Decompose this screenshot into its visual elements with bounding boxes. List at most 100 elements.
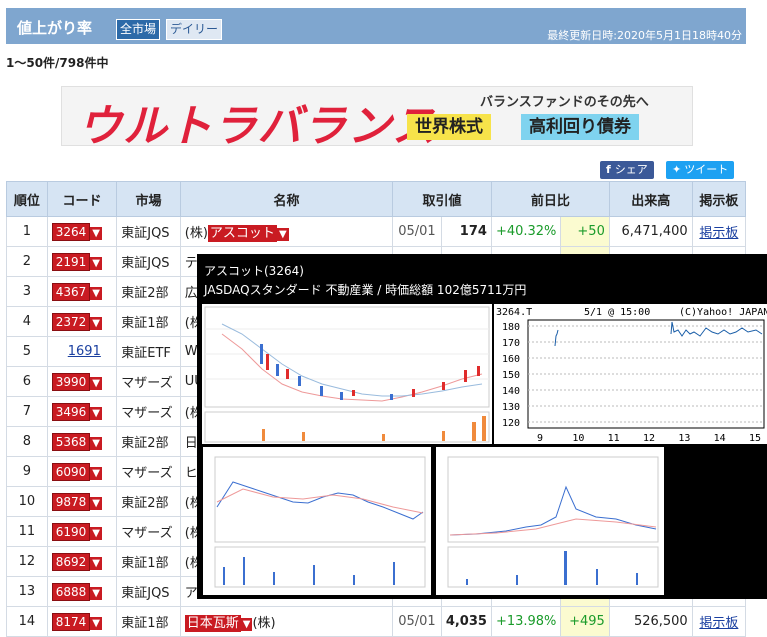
table-header-row: 順位 コード 市場 名称 取引値 前日比 出来高 掲示板 xyxy=(6,181,747,217)
dropdown-triangle-icon[interactable]: ▼ xyxy=(90,256,102,270)
code-cell: 5368 ▼ xyxy=(46,426,118,457)
code-cell: 8174 ▼ xyxy=(46,606,118,637)
rank-cell: 3 xyxy=(6,276,48,307)
twitter-icon: ✦ xyxy=(672,163,682,176)
stock-code-button[interactable]: 6888 xyxy=(51,582,91,601)
monthly-chart-svg xyxy=(436,447,664,595)
volume-cell: 6,471,400 xyxy=(608,216,693,247)
rank-cell: 5 xyxy=(6,336,48,367)
tab-all-markets[interactable]: 全市場 xyxy=(116,19,161,40)
weekly-chart xyxy=(203,447,431,595)
rank-cell: 14 xyxy=(6,606,48,637)
market-cell: 東証1部 xyxy=(116,606,181,637)
stock-code-button[interactable]: 2191 xyxy=(51,252,91,271)
stock-code-link[interactable]: 1691 xyxy=(68,344,101,359)
facebook-share-label: シェア xyxy=(614,163,648,176)
stock-code-button[interactable]: 3990 xyxy=(51,372,91,391)
dropdown-triangle-icon[interactable]: ▼ xyxy=(90,586,102,600)
stock-code-button[interactable]: 3264 xyxy=(51,222,91,241)
intraday-x-tick: 11 xyxy=(608,433,620,444)
dropdown-triangle-icon[interactable]: ▼ xyxy=(90,496,102,510)
stock-code-button[interactable]: 6190 xyxy=(51,522,91,541)
page-title: 値上がり率 xyxy=(17,19,93,37)
daily-candlestick-chart xyxy=(202,304,492,444)
twitter-share-button[interactable]: ✦ ツイート xyxy=(666,161,735,179)
market-cell: 東証JQS xyxy=(116,576,181,607)
stock-code-button[interactable]: 6090 xyxy=(51,462,91,481)
name-cell: 日本瓦斯 ▼ (株) xyxy=(179,606,394,637)
banner-pill-bonds: 高利回り債券 xyxy=(521,114,639,140)
rank-cell: 7 xyxy=(6,396,48,427)
stock-code-button[interactable]: 5368 xyxy=(51,432,91,451)
col-bbs: 掲示板 xyxy=(691,181,747,217)
intraday-x-tick: 13 xyxy=(678,433,690,444)
monthly-chart xyxy=(436,447,664,595)
dropdown-triangle-icon[interactable]: ▼ xyxy=(90,616,102,630)
market-cell: 東証JQS xyxy=(116,246,181,277)
stock-code-button[interactable]: 8692 xyxy=(51,552,91,571)
dropdown-triangle-icon[interactable]: ▼ xyxy=(90,556,102,570)
date-cell: 05/01 xyxy=(392,216,442,247)
intraday-x-tick: 9 xyxy=(537,433,543,444)
dropdown-triangle-icon[interactable]: ▼ xyxy=(90,526,102,540)
dropdown-triangle-icon[interactable]: ▼ xyxy=(90,436,102,450)
result-count: 1〜50件/798件中 xyxy=(6,56,109,70)
rank-cell: 6 xyxy=(6,366,48,397)
market-cell: マザーズ xyxy=(116,456,181,487)
price-cell: 174 xyxy=(440,216,492,247)
market-cell: 東証JQS xyxy=(116,216,181,247)
ad-banner[interactable]: ウルトラバランス バランスファンドのその先へ 世界株式 高利回り債券 xyxy=(61,86,693,146)
code-cell: 6888 ▼ xyxy=(46,576,118,607)
intraday-x-tick: 12 xyxy=(643,433,655,444)
stock-code-button[interactable]: 2372 xyxy=(51,312,91,331)
name-cell: (株) アスコット ▼ xyxy=(179,216,394,247)
twitter-share-label: ツイート xyxy=(684,163,729,176)
intraday-timestamp: 5/1 @ 15:00 xyxy=(584,307,650,318)
stock-popup: アスコット(3264) JASDAQスタンダード 不動産業 / 時価総額 102… xyxy=(197,254,767,599)
weekly-chart-svg xyxy=(203,447,431,595)
stock-code-button[interactable]: 3496 xyxy=(51,402,91,421)
intraday-y-tick: 170 xyxy=(502,338,520,349)
code-cell: 1691 xyxy=(46,336,118,367)
intraday-bg xyxy=(494,304,767,444)
col-change: 前日比 xyxy=(490,181,610,217)
dropdown-triangle-icon[interactable]: ▼ xyxy=(276,228,289,241)
code-cell: 6090 ▼ xyxy=(46,456,118,487)
bbs-link[interactable]: 掲示板 xyxy=(699,616,738,631)
col-name: 名称 xyxy=(179,181,394,217)
company-name[interactable]: アスコット xyxy=(207,225,277,242)
dropdown-triangle-icon[interactable]: ▼ xyxy=(90,316,102,330)
rank-cell: 12 xyxy=(6,546,48,577)
change-cell: +495 xyxy=(560,606,610,637)
dropdown-triangle-icon[interactable]: ▼ xyxy=(90,466,102,480)
stock-code-button[interactable]: 8174 xyxy=(51,612,91,631)
intraday-y-tick: 130 xyxy=(502,402,520,413)
company-name-suffix: (株) xyxy=(252,616,276,631)
facebook-share-button[interactable]: f シェア xyxy=(600,161,654,179)
rank-cell: 1 xyxy=(6,216,48,247)
change-cell: +50 xyxy=(560,216,610,247)
dropdown-triangle-icon[interactable]: ▼ xyxy=(90,226,102,240)
code-cell: 4367 ▼ xyxy=(46,276,118,307)
col-code: コード xyxy=(46,181,118,217)
intraday-copyright: (C)Yahoo! JAPAN xyxy=(679,307,767,318)
dropdown-triangle-icon[interactable]: ▼ xyxy=(90,406,102,420)
dropdown-triangle-icon[interactable]: ▼ xyxy=(240,618,253,631)
tab-daily[interactable]: デイリー xyxy=(166,19,223,40)
dropdown-triangle-icon[interactable]: ▼ xyxy=(90,286,102,300)
bbs-link[interactable]: 掲示板 xyxy=(699,226,738,241)
intraday-chart-svg: 3264.T 5/1 @ 15:00 (C)Yahoo! JAPAN 180 170 16… xyxy=(494,304,767,444)
code-cell: 6190 ▼ xyxy=(46,516,118,547)
stock-code-button[interactable]: 9878 xyxy=(51,492,91,511)
col-rank: 順位 xyxy=(6,181,48,217)
banner-tagline: バランスファンドのその先へ xyxy=(480,95,649,110)
company-name[interactable]: 日本瓦斯 xyxy=(184,615,241,632)
daily-candlestick-svg xyxy=(202,304,492,444)
facebook-icon: f xyxy=(606,163,611,176)
market-cell: 東証2部 xyxy=(116,276,181,307)
stock-code-button[interactable]: 4367 xyxy=(51,282,91,301)
rank-cell: 11 xyxy=(6,516,48,547)
bbs-cell: 掲示板 xyxy=(691,216,747,247)
intraday-y-tick: 180 xyxy=(502,322,520,333)
dropdown-triangle-icon[interactable]: ▼ xyxy=(90,376,102,390)
